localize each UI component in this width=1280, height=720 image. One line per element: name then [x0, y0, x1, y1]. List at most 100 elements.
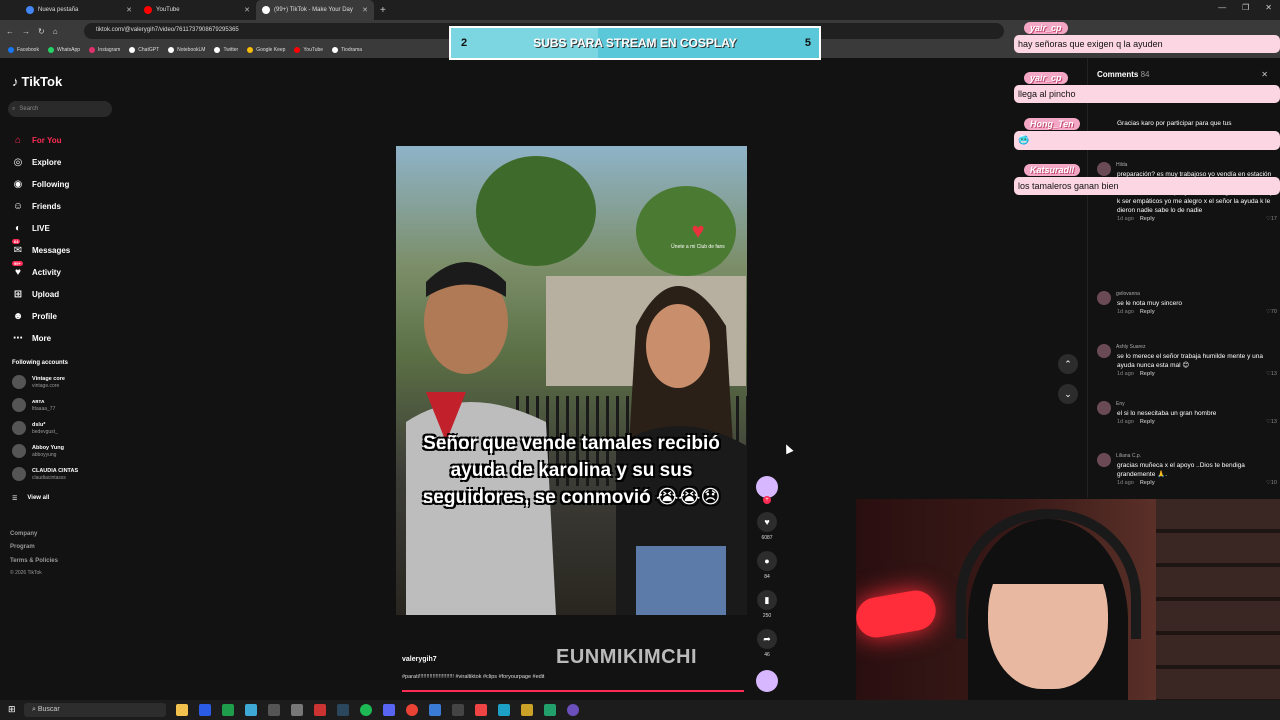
reply-button[interactable]: Reply [1140, 419, 1155, 425]
avatar[interactable] [1097, 344, 1111, 358]
program-link[interactable]: Program [10, 541, 58, 554]
new-tab-icon[interactable]: + [380, 5, 386, 16]
comment-like[interactable]: ♡17 [1266, 216, 1277, 222]
app-icon[interactable] [429, 704, 441, 716]
tab-new[interactable]: Nueva pestaña ✕ [20, 0, 138, 20]
avatar[interactable] [1097, 291, 1111, 305]
reply-button[interactable]: Reply [1140, 309, 1155, 315]
video-hashtags[interactable]: #parati!!!!!!!!!!!!!!!!!!!!!!! #viraltik… [402, 674, 544, 680]
bookmark-item[interactable]: Google Keep [247, 47, 285, 53]
share-icon[interactable]: ➦ [757, 629, 777, 649]
settings-icon[interactable] [291, 704, 303, 716]
avatar[interactable] [1097, 401, 1111, 415]
chevron-up-icon[interactable]: ⌃ [1058, 354, 1078, 374]
obs-icon[interactable] [567, 704, 579, 716]
taskbar-search[interactable]: ⌕ Buscar [24, 703, 166, 717]
chrome-icon[interactable] [406, 704, 418, 716]
word-icon[interactable] [199, 704, 211, 716]
video-progress-bar[interactable] [402, 690, 744, 692]
video-player[interactable]: ♥ Únete a mi Club de fans Señor que vend… [396, 146, 747, 615]
video-man [406, 262, 556, 615]
search-input[interactable]: ⌕ Search [8, 101, 112, 117]
edge-icon[interactable] [245, 704, 257, 716]
view-all-label: View all [27, 495, 50, 501]
friends-icon: ☺ [12, 200, 24, 212]
comment-meta: 1d ago Reply ♡13 [1097, 371, 1277, 377]
minimize-icon[interactable]: — [1218, 3, 1226, 12]
bookmark-item[interactable]: Instagram [89, 47, 120, 53]
company-link[interactable]: Company [10, 528, 58, 541]
discord-icon[interactable] [383, 704, 395, 716]
share-action[interactable]: ➦ 46 [757, 629, 777, 668]
comment-action[interactable]: ● 84 [757, 551, 777, 590]
comment-like[interactable]: ♡13 [1266, 419, 1277, 425]
following-account[interactable]: ᴀʀᴛᴀ lttaaaa_77 [12, 398, 55, 412]
sidebar-item-live[interactable]: ◐ LIVE [12, 217, 70, 239]
app-icon[interactable] [498, 704, 510, 716]
spotify-icon[interactable] [360, 704, 372, 716]
comment-icon[interactable]: ● [757, 551, 777, 571]
sidebar-item-for-you[interactable]: ⌂ For You [12, 129, 70, 151]
back-icon[interactable]: ← [6, 27, 14, 36]
bookmark-icon[interactable]: ▮ [757, 590, 777, 610]
bookmark-item[interactable]: Twitter [214, 47, 238, 53]
creator-avatar[interactable]: + [756, 476, 778, 504]
app-icon[interactable] [521, 704, 533, 716]
sidebar-item-following[interactable]: ◉ Following [12, 173, 70, 195]
bookmark-item[interactable]: NotebookLM [168, 47, 205, 53]
sidebar-item-activity[interactable]: ♥ 99+ Activity [12, 261, 70, 283]
close-window-icon[interactable]: ✕ [1265, 3, 1272, 12]
follow-plus-icon[interactable]: + [763, 496, 771, 504]
bookmark-item[interactable]: Facebook [8, 47, 39, 53]
view-all-link[interactable]: ☰ View all [12, 495, 49, 502]
save-action[interactable]: ▮ 250 [757, 590, 777, 629]
app-icon[interactable] [314, 704, 326, 716]
following-account[interactable]: CLAUDIA CINTAS claudiacintasss [12, 467, 78, 481]
app-icon[interactable] [475, 704, 487, 716]
following-account[interactable]: Vintage core vintage.core [12, 375, 65, 389]
file-explorer-icon[interactable] [176, 704, 188, 716]
reply-button[interactable]: Reply [1140, 480, 1155, 486]
sidebar-item-messages[interactable]: ✉ 64 Messages [12, 239, 70, 261]
sidebar-item-profile[interactable]: ☻ Profile [12, 305, 70, 327]
bookmark-item[interactable]: WhatsApp [47, 47, 80, 53]
bookmark-item[interactable]: YouTube [294, 47, 323, 53]
sidebar-item-more[interactable]: ⋯ More [12, 327, 70, 349]
reply-button[interactable]: Reply [1140, 216, 1155, 222]
bookmark-item[interactable]: ChatGPT [129, 47, 159, 53]
tab-youtube[interactable]: YouTube ✕ [138, 0, 256, 20]
reply-button[interactable]: Reply [1140, 371, 1155, 377]
following-account[interactable]: Abboy Yung abboyyung [12, 444, 64, 458]
avatar[interactable] [1097, 453, 1111, 467]
app-icon[interactable] [544, 704, 556, 716]
home-icon[interactable]: ⌂ [53, 27, 58, 36]
steam-icon[interactable] [337, 704, 349, 716]
sidebar-item-friends[interactable]: ☺ Friends [12, 195, 70, 217]
reload-icon[interactable]: ↻ [38, 27, 45, 36]
tab-tiktok[interactable]: (99+) TikTok - Make Your Day ✕ [256, 0, 374, 20]
following-account[interactable]: dslu* bedevgust_ [12, 421, 58, 435]
video-author[interactable]: valerygih7 [402, 656, 437, 663]
sidebar-item-upload[interactable]: ⊞ Upload [12, 283, 70, 305]
tiktok-logo[interactable]: ♪ TikTok [12, 74, 62, 89]
sidebar-item-explore[interactable]: ◎ Explore [12, 151, 70, 173]
forward-icon[interactable]: → [22, 27, 30, 36]
excel-icon[interactable] [222, 704, 234, 716]
app-icon[interactable] [452, 704, 464, 716]
calculator-icon[interactable] [268, 704, 280, 716]
comment-like[interactable]: ♡13 [1266, 371, 1277, 377]
terms-link[interactable]: Terms & Policies [10, 554, 58, 568]
maximize-icon[interactable]: ❐ [1242, 3, 1249, 12]
bookmark-label: Facebook [17, 47, 39, 53]
close-tab-icon[interactable]: ✕ [126, 6, 132, 14]
chevron-down-icon[interactable]: ⌄ [1058, 384, 1078, 404]
comment-like[interactable]: ♡70 [1266, 309, 1277, 315]
heart-icon[interactable]: ♥ [757, 512, 777, 532]
music-disc-icon[interactable] [756, 670, 778, 692]
close-tab-icon[interactable]: ✕ [362, 6, 368, 14]
like-action[interactable]: ♥ 6087 [757, 512, 777, 551]
close-tab-icon[interactable]: ✕ [244, 6, 250, 14]
bookmark-item[interactable]: Tiodrama [332, 47, 362, 53]
windows-start-icon[interactable]: ⊞ [8, 704, 16, 715]
comment-like[interactable]: ♡10 [1266, 480, 1277, 486]
